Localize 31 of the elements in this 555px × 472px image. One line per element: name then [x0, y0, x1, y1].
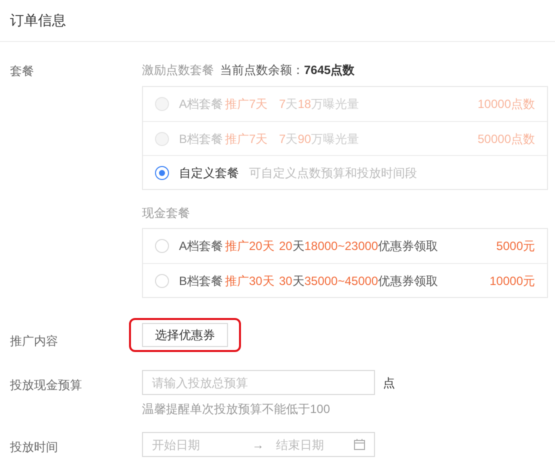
section-title: 订单信息 [10, 11, 66, 30]
option-price: 5000元 [496, 238, 535, 255]
option-price: 10000点数 [478, 96, 535, 113]
option-name: A档套餐 [179, 96, 224, 113]
unit-label: 点 [383, 374, 395, 392]
field-label: 套餐 [10, 64, 34, 78]
option-price: 10000元 [490, 272, 535, 290]
field-label: 推广内容 [10, 334, 58, 348]
option-price: 50000点数 [478, 130, 535, 148]
option-name: B档套餐 [179, 272, 224, 290]
select-coupon-button[interactable]: 选择优惠券 [142, 323, 228, 347]
budget-input[interactable]: 请输入投放总预算 [142, 370, 375, 395]
promo-label: 推广7天 [225, 130, 269, 148]
option-name: A档套餐 [179, 238, 224, 255]
group-title: 激励点数套餐 [142, 62, 214, 79]
radio-button[interactable] [155, 166, 169, 180]
option-detail: 30天35000~45000优惠券领取 [279, 272, 438, 290]
field-label: 投放现金预算 [10, 378, 82, 392]
balance-label: 当前点数余额： [220, 62, 304, 79]
group-title: 现金套餐 [142, 206, 190, 220]
field-label: 投放时间 [10, 440, 58, 454]
balance-value: 7645点数 [304, 62, 355, 79]
promo-label: 推广20天 [225, 238, 276, 255]
option-description: 可自定义点数预算和投放时间段 [249, 164, 417, 182]
option-detail: 20天18000~23000优惠券领取 [279, 238, 438, 255]
hint-text: 温馨提醒单次投放预算不能低于100 [142, 402, 330, 416]
option-name: 自定义套餐 [179, 164, 239, 182]
option-name: B档套餐 [179, 130, 224, 148]
calendar-icon [354, 439, 365, 450]
promo-label: 推广30天 [225, 272, 276, 290]
promo-label: 推广7天 [225, 96, 269, 113]
